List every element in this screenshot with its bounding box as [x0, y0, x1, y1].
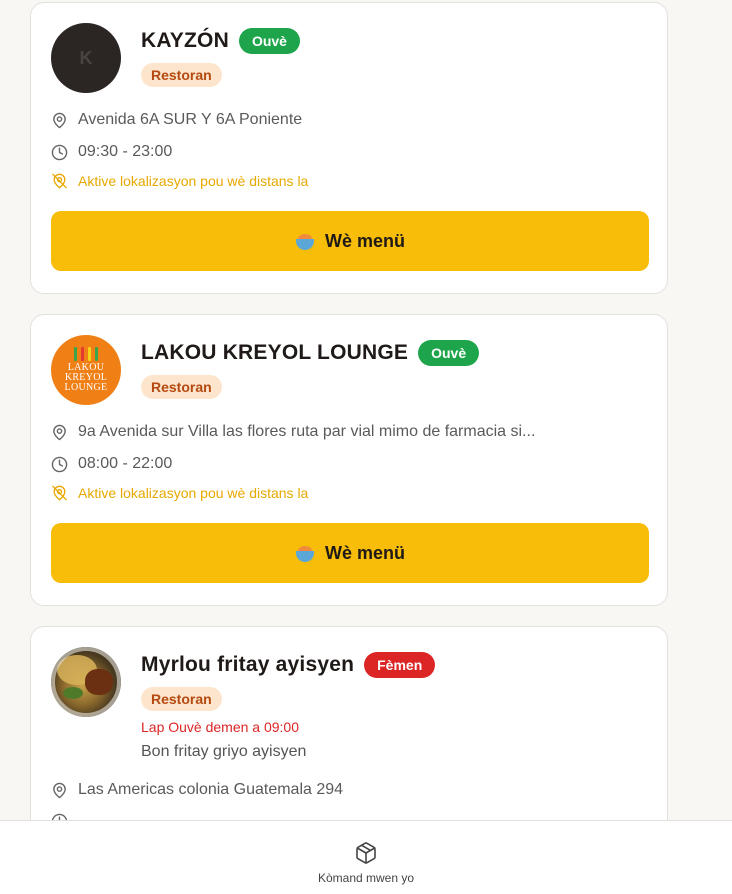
address-row: Avenida 6A SUR Y 6A Poniente [51, 111, 647, 129]
location-notice-text: Aktive lokalizasyon pou wè distans la [78, 173, 309, 189]
view-menu-button[interactable]: Wè menü [51, 523, 649, 583]
location-notice-text: Aktive lokalizasyon pou wè distans la [78, 485, 309, 501]
restaurant-address: Avenida 6A SUR Y 6A Poniente [78, 111, 303, 128]
opening-hours: 09:30 - 23:00 [78, 143, 173, 160]
hours-row: 09:30 - 23:00 [51, 143, 647, 161]
food-bowl-icon [295, 231, 315, 251]
view-menu-label: Wè menü [324, 230, 405, 251]
view-menu-button[interactable]: Wè menü [51, 211, 649, 271]
hours-row [51, 813, 647, 820]
my-orders-tab[interactable]: Kòmand mwen yo [318, 841, 414, 885]
restaurant-list[interactable]: K KAYZÓN Ouvè Restoran Avenida 6A SUR Y … [0, 0, 732, 820]
clock-icon [51, 456, 68, 472]
restaurant-description: Bon fritay griyo ayisyen [141, 743, 307, 760]
location-notice[interactable]: Aktive lokalizasyon pou wè distans la [51, 173, 647, 189]
avatar-letter: K [79, 47, 93, 68]
category-tag: Restoran [141, 375, 222, 399]
location-off-icon [52, 173, 67, 189]
package-icon [356, 842, 376, 864]
logo-text: LOUNGE [64, 382, 108, 393]
category-tag: Restoran [141, 63, 222, 87]
food-bowl-icon [295, 543, 315, 563]
status-badge: Fèmen [364, 652, 436, 678]
map-pin-icon [53, 782, 66, 798]
reopen-notice: Lap Ouvè demen a 09:00 [141, 719, 300, 735]
restaurant-name: LAKOU KREYOL LOUNGE [141, 341, 409, 364]
clock-icon [51, 144, 68, 160]
restaurant-logo: LAKOU KREYOL LOUNGE [51, 335, 121, 405]
location-off-icon [52, 485, 67, 501]
restaurant-address: Las Americas colonia Guatemala 294 [78, 781, 344, 798]
restaurant-avatar: K [51, 23, 121, 93]
status-badge: Ouvè [238, 28, 300, 54]
utensils-icon [74, 347, 98, 361]
restaurant-address: 9a Avenida sur Villa las flores ruta par… [78, 423, 536, 440]
my-orders-label: Kòmand mwen yo [317, 871, 415, 885]
address-row: 9a Avenida sur Villa las flores ruta par… [51, 423, 647, 441]
bottom-nav: Kòmand mwen yo [0, 820, 732, 894]
clock-icon [51, 813, 68, 820]
map-pin-icon [53, 424, 66, 440]
location-notice[interactable]: Aktive lokalizasyon pou wè distans la [51, 485, 647, 501]
view-menu-label: Wè menü [324, 542, 405, 563]
status-badge: Ouvè [418, 340, 480, 366]
opening-hours: 08:00 - 22:00 [78, 455, 173, 472]
hours-row: 08:00 - 22:00 [51, 455, 647, 473]
restaurant-name: KAYZÓN [141, 29, 229, 52]
address-row: Las Americas colonia Guatemala 294 [51, 781, 647, 799]
restaurant-photo [51, 647, 121, 717]
restaurant-card[interactable]: K KAYZÓN Ouvè Restoran Avenida 6A SUR Y … [30, 2, 668, 294]
map-pin-icon [53, 112, 66, 128]
restaurant-card[interactable]: Myrlou fritay ayisyen Fèmen Restoran Lap… [30, 626, 668, 820]
category-tag: Restoran [141, 687, 222, 711]
restaurant-card[interactable]: LAKOU KREYOL LOUNGE LAKOU KREYOL LOUNGE … [30, 314, 668, 606]
restaurant-name: Myrlou fritay ayisyen [141, 653, 355, 676]
